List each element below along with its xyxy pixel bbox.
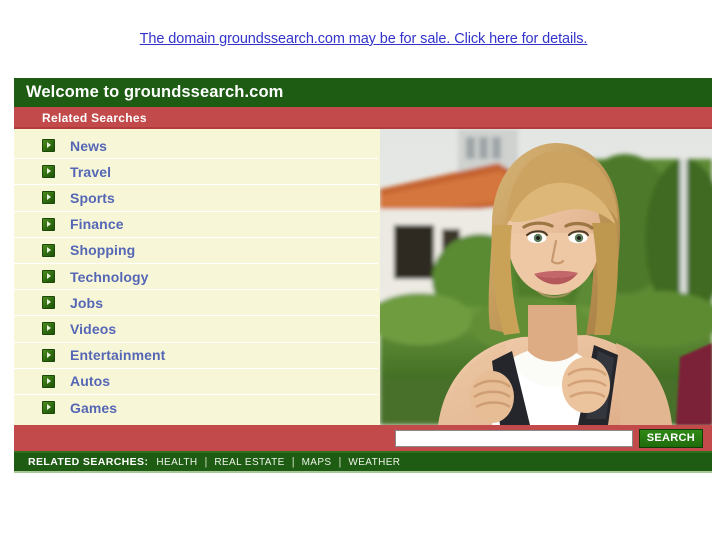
green-chevron-icon — [42, 374, 55, 388]
search-button[interactable]: SEARCH — [638, 428, 703, 448]
search-input[interactable] — [394, 429, 633, 447]
footer-separator: | — [291, 456, 295, 468]
footer-label: RELATED SEARCHES: — [28, 456, 149, 468]
list-item[interactable]: Jobs — [14, 290, 378, 317]
green-chevron-icon — [42, 165, 55, 179]
search-band: SEARCH — [14, 425, 712, 453]
list-item[interactable]: Videos — [14, 316, 378, 343]
footer-related-searches: RELATED SEARCHES: HEALTH | REAL ESTATE |… — [14, 453, 712, 473]
green-chevron-icon — [42, 348, 55, 362]
list-item[interactable]: Technology — [14, 264, 378, 291]
list-item[interactable]: Travel — [14, 159, 378, 186]
list-item[interactable]: Games — [14, 395, 378, 421]
hero-photo — [378, 129, 712, 425]
list-item-label: Autos — [70, 373, 111, 390]
list-item[interactable]: Entertainment — [14, 343, 378, 369]
green-chevron-icon — [42, 191, 55, 205]
promo-banner: The domain groundssearch.com may be for … — [0, 0, 727, 78]
green-chevron-icon — [42, 401, 55, 415]
footer-link-maps[interactable]: MAPS — [302, 457, 332, 468]
main-content: News Travel Sports Finance Shopping Tech… — [14, 129, 712, 425]
page-title: Welcome to groundssearch.com — [14, 78, 712, 107]
list-item-label: Finance — [70, 216, 124, 233]
site-frame: Welcome to groundssearch.com Related Sea… — [14, 78, 712, 473]
list-item[interactable]: Sports — [14, 185, 378, 212]
domain-for-sale-link[interactable]: The domain groundssearch.com may be for … — [140, 31, 588, 47]
student-woman-photo — [380, 129, 712, 425]
footer-link-weather[interactable]: WEATHER — [348, 457, 400, 468]
list-item-label: News — [70, 137, 107, 154]
green-chevron-icon — [42, 139, 55, 153]
list-item[interactable]: Finance — [14, 212, 378, 238]
footer-link-health[interactable]: HEALTH — [156, 457, 197, 468]
related-searches-heading: Related Searches — [14, 107, 712, 129]
list-item[interactable]: News — [14, 133, 378, 160]
footer-link-real-estate[interactable]: REAL ESTATE — [214, 457, 284, 468]
green-chevron-icon — [42, 243, 55, 257]
list-item-label: Sports — [70, 189, 115, 206]
list-item-label: Technology — [70, 268, 149, 285]
list-item-label: Entertainment — [70, 347, 166, 364]
green-chevron-icon — [42, 270, 55, 284]
list-item[interactable]: Autos — [14, 369, 378, 395]
related-searches-list: News Travel Sports Finance Shopping Tech… — [14, 129, 378, 425]
list-item[interactable]: Shopping — [14, 238, 378, 264]
footer-separator: | — [338, 456, 342, 468]
green-chevron-icon — [42, 296, 55, 310]
list-item-label: Videos — [70, 320, 117, 337]
green-chevron-icon — [42, 217, 55, 231]
list-item-label: Shopping — [70, 242, 136, 259]
green-chevron-icon — [42, 322, 55, 336]
list-item-label: Games — [70, 399, 118, 416]
footer-separator: | — [204, 456, 208, 468]
list-item-label: Jobs — [70, 294, 104, 311]
list-item-label: Travel — [70, 163, 112, 180]
